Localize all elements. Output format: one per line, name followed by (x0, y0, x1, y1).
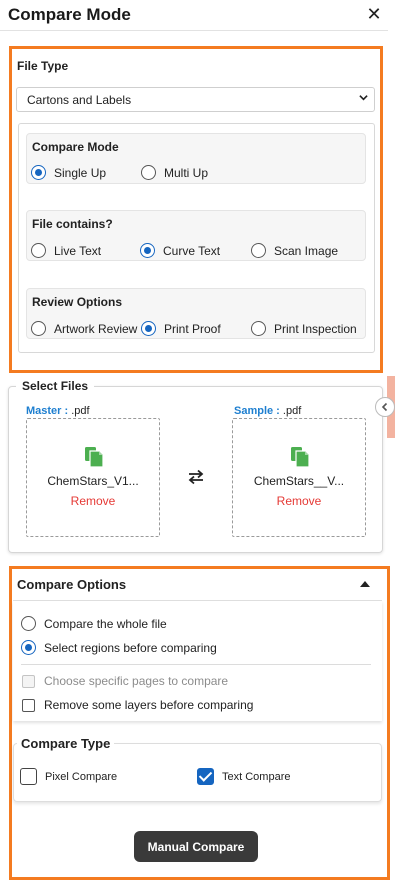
radio-label: Curve Text (163, 243, 221, 258)
swap-icon[interactable] (185, 468, 207, 486)
collapse-caret-icon[interactable] (360, 581, 370, 587)
radio-compare-whole-file[interactable]: Compare the whole file (21, 616, 167, 631)
file-type-select[interactable]: Cartons and Labels (16, 87, 375, 112)
radio-label: Live Text (54, 243, 102, 258)
manual-compare-button[interactable]: Manual Compare (134, 831, 258, 862)
checkbox-pixel-compare[interactable]: Pixel Compare (20, 768, 117, 785)
compare-type-title: Compare Type (17, 736, 115, 751)
select-files-title: Select Files (16, 379, 95, 393)
compare-options-title: Compare Options (17, 577, 127, 592)
checkbox-box (22, 674, 35, 688)
checkbox-box (20, 768, 37, 785)
radio-circle (140, 243, 155, 258)
file-contains-group: File contains? Live Text Curve Text Scan… (26, 210, 366, 261)
checkbox-label: Pixel Compare (45, 770, 118, 783)
radio-circle (251, 243, 266, 258)
radio-label: Scan Image (274, 243, 339, 258)
radio-circle (141, 165, 156, 180)
header-divider (0, 30, 388, 31)
master-extension: .pdf (68, 405, 90, 417)
radio-label: Multi Up (164, 165, 209, 180)
radio-live-text[interactable]: Live Text (31, 243, 101, 258)
checkbox-label: Remove some layers before comparing (44, 698, 254, 712)
radio-print-inspection[interactable]: Print Inspection (251, 321, 357, 336)
checkbox-remove-layers[interactable]: Remove some layers before comparing (22, 698, 253, 712)
radio-label: Print Proof (164, 321, 221, 336)
checkbox-text-compare[interactable]: Text Compare (197, 768, 290, 785)
radio-circle (21, 640, 36, 655)
radio-multi-up[interactable]: Multi Up (141, 165, 208, 180)
master-remove-link[interactable]: Remove (27, 494, 159, 508)
sample-dropzone[interactable]: ChemStars__V... Remove (232, 418, 366, 537)
review-options-group: Review Options Artwork Review Print Proo… (26, 288, 366, 339)
radio-circle (31, 165, 46, 180)
close-icon[interactable]: ✕ (363, 4, 385, 25)
radio-label: Compare the whole file (44, 616, 167, 631)
compare-mode-title: Compare Mode (32, 140, 119, 154)
sample-label-key: Sample : (234, 405, 280, 417)
checkbox-label: Choose specific pages to compare (44, 674, 229, 688)
radio-label: Single Up (54, 165, 107, 180)
master-label: Master : .pdf (26, 405, 90, 417)
master-file-name: ChemStars_V1... (47, 474, 139, 488)
radio-single-up[interactable]: Single Up (31, 165, 106, 180)
checkbox-label: Text Compare (222, 770, 291, 783)
radio-curve-text[interactable]: Curve Text (140, 243, 220, 258)
radio-select-regions[interactable]: Select regions before comparing (21, 640, 217, 655)
sample-extension: .pdf (279, 405, 302, 417)
sample-remove-link[interactable]: Remove (233, 494, 365, 508)
radio-label: Artwork Review (54, 321, 138, 336)
radio-circle (21, 616, 36, 631)
checkbox-box (22, 698, 35, 712)
sample-label: Sample : .pdf (234, 405, 301, 417)
radio-circle (31, 243, 46, 258)
chevron-down-icon (359, 95, 368, 101)
master-label-key: Master : (26, 405, 69, 417)
panel-title: Compare Mode (8, 5, 131, 24)
radio-label: Print Inspection (274, 321, 357, 336)
radio-circle (31, 321, 46, 336)
options-divider (21, 664, 371, 665)
radio-scan-image[interactable]: Scan Image (251, 243, 338, 258)
file-contains-title: File contains? (32, 217, 113, 231)
checkbox-choose-pages[interactable]: Choose specific pages to compare (22, 674, 228, 688)
checkbox-box (197, 768, 214, 785)
chevron-left-icon[interactable] (375, 397, 395, 417)
master-dropzone[interactable]: ChemStars_V1... Remove (26, 418, 160, 537)
file-copy-icon (85, 447, 104, 468)
file-type-label: File Type (17, 59, 69, 73)
compare-mode-group: Compare Mode Single Up Multi Up (26, 133, 366, 184)
review-options-title: Review Options (32, 295, 123, 309)
radio-circle (251, 321, 266, 336)
radio-print-proof[interactable]: Print Proof (141, 321, 221, 336)
sample-file-name: ChemStars__V... (253, 474, 345, 488)
radio-label: Select regions before comparing (44, 640, 217, 655)
radio-artwork-review[interactable]: Artwork Review (31, 321, 137, 336)
file-copy-icon (291, 447, 310, 468)
file-type-select-value: Cartons and Labels (27, 93, 132, 107)
radio-circle (141, 321, 156, 336)
